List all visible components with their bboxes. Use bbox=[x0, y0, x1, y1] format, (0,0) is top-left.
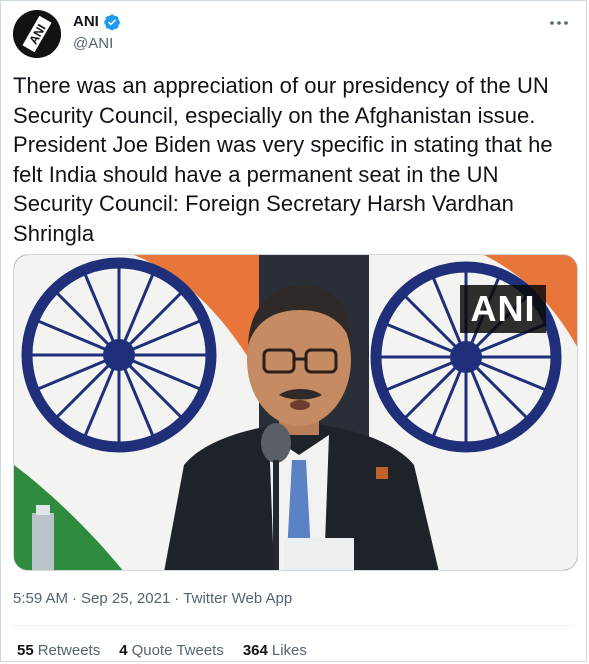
display-name-row: ANI bbox=[73, 12, 121, 32]
likes-stat[interactable]: 364 Likes bbox=[243, 641, 307, 661]
tweet-meta: 5:59 AM · Sep 25, 2021 · Twitter Web App bbox=[13, 589, 292, 609]
ani-logo-icon: ANI bbox=[13, 10, 61, 58]
likes-label: Likes bbox=[271, 642, 307, 659]
tweet-stats: 55 Retweets 4 Quote Tweets 364 Likes bbox=[17, 641, 307, 661]
retweets-count: 55 bbox=[17, 642, 34, 659]
quote-tweets-label: Quote Tweets bbox=[131, 642, 224, 659]
tweet-date[interactable]: Sep 25, 2021 bbox=[81, 589, 170, 609]
meta-separator: · bbox=[174, 590, 180, 607]
media-watermark: ANI bbox=[460, 285, 546, 333]
handle[interactable]: @ANI bbox=[73, 34, 121, 54]
retweets-stat[interactable]: 55 Retweets bbox=[17, 641, 100, 661]
avatar[interactable]: ANI bbox=[13, 10, 61, 58]
likes-count: 364 bbox=[242, 642, 268, 659]
more-options-icon[interactable] bbox=[548, 12, 570, 34]
divider bbox=[13, 625, 574, 626]
quote-tweets-count: 4 bbox=[119, 642, 128, 659]
papers-icon bbox=[284, 538, 354, 570]
verified-badge-icon bbox=[103, 13, 121, 31]
tweet-time[interactable]: 5:59 AM bbox=[13, 589, 68, 609]
quote-tweets-stat[interactable]: 4 Quote Tweets bbox=[119, 641, 224, 661]
meta-separator: · bbox=[72, 590, 78, 607]
tweet-media-image[interactable]: ANI bbox=[13, 254, 578, 571]
water-bottle-icon bbox=[32, 505, 54, 570]
tweet-source[interactable]: Twitter Web App bbox=[183, 589, 292, 609]
display-name[interactable]: ANI bbox=[73, 12, 99, 32]
tweet-card: ANI ANI @ANI There was an appreciation o… bbox=[0, 0, 587, 662]
tweet-header: ANI ANI @ANI bbox=[13, 10, 576, 58]
author-names: ANI @ANI bbox=[73, 12, 121, 54]
retweets-label: Retweets bbox=[37, 642, 101, 659]
tweet-text: There was an appreciation of our preside… bbox=[13, 73, 553, 246]
